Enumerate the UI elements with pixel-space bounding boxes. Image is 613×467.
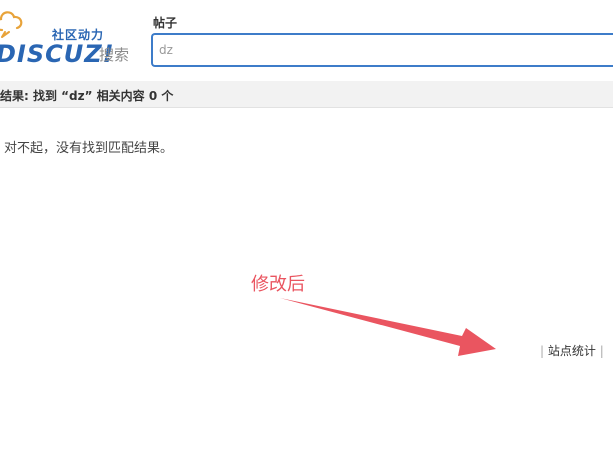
arrow-annotation-icon [280, 298, 496, 356]
search-label: 搜索 [99, 46, 130, 64]
no-result-message: 对不起，没有找到匹配结果。 [4, 141, 174, 156]
tab-posts[interactable]: 帖子 [153, 14, 177, 31]
footer-separator: | [599, 344, 604, 358]
footer-separator: | [540, 344, 545, 358]
footer-links: | 站点统计 | [540, 342, 604, 359]
logo-wordmark: DISCUZ! [0, 40, 115, 68]
search-page: 社区动力 DISCUZ! 搜索 帖子 结果: 找到 “dz” 相关内容 0 个 … [0, 0, 613, 467]
cloud-logo-icon [0, 11, 23, 38]
search-box[interactable] [151, 33, 613, 67]
site-stats-link[interactable]: 站点统计 [548, 344, 596, 358]
search-input[interactable] [159, 41, 599, 59]
results-summary: 结果: 找到 “dz” 相关内容 0 个 [0, 89, 174, 103]
results-bar: 结果: 找到 “dz” 相关内容 0 个 [0, 81, 613, 108]
